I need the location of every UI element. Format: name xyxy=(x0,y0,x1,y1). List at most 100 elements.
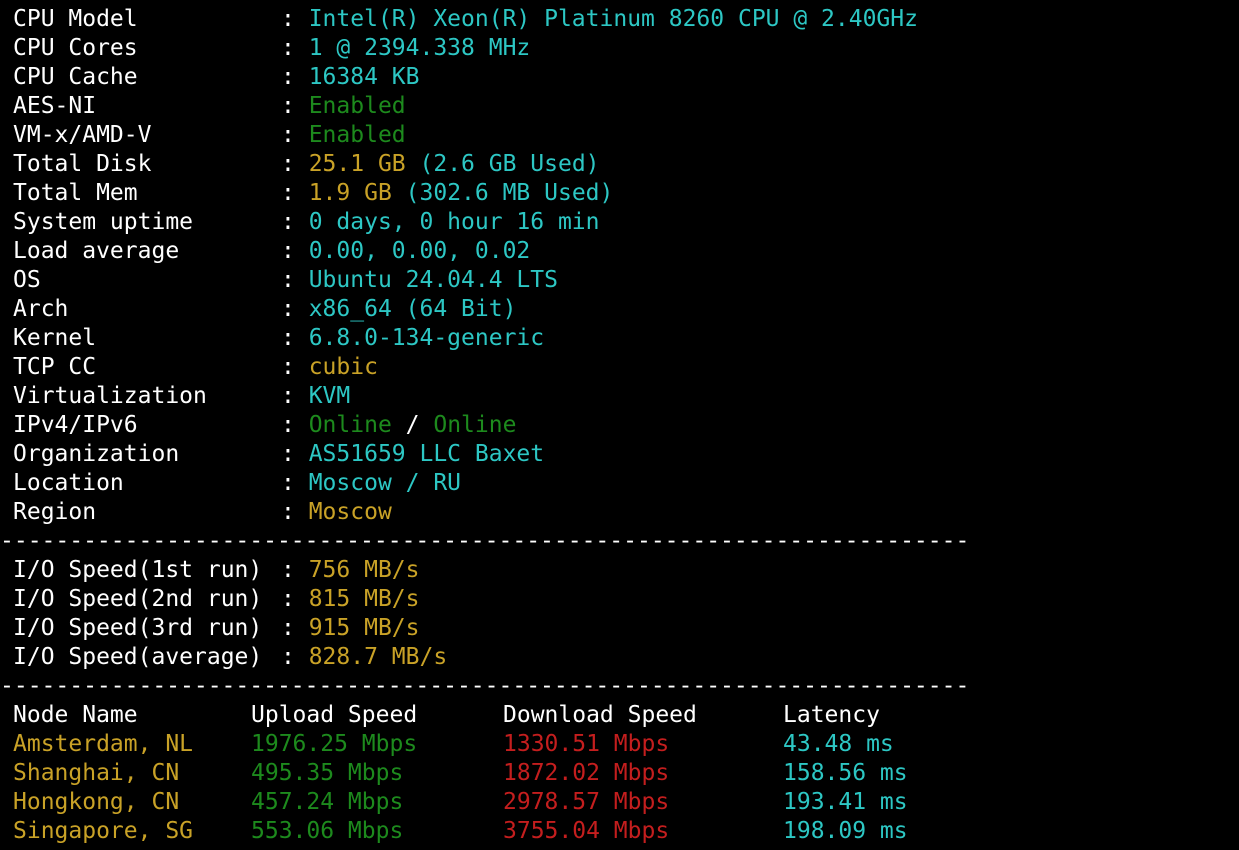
ip-status-row: IPv4/IPv6: Online / Online xyxy=(13,411,1239,440)
header-node-name: Node Name xyxy=(13,702,138,728)
sysinfo-value: 1 @ 2394.338 MHz xyxy=(308,35,531,61)
sysinfo-label: CPU Model xyxy=(13,6,138,32)
io-row: I/O Speed(3rd run): 915 MB/s xyxy=(13,614,1239,643)
io-label: I/O Speed(average) xyxy=(13,644,263,670)
sysinfo-value: Moscow / RU xyxy=(308,470,462,496)
header-upload-speed: Upload Speed xyxy=(251,702,418,728)
separator: : xyxy=(281,383,309,409)
separator: : xyxy=(281,412,309,438)
sysinfo-row: CPU Cores: 1 @ 2394.338 MHz xyxy=(13,34,1239,63)
separator: : xyxy=(281,615,309,641)
io-row: I/O Speed(1st run): 756 MB/s xyxy=(13,556,1239,585)
sysinfo-label: System uptime xyxy=(13,209,194,235)
separator: : xyxy=(281,238,309,264)
separator: : xyxy=(281,93,309,119)
io-value: 915 MB/s xyxy=(308,615,420,641)
sysinfo-row: System uptime: 0 days, 0 hour 16 min xyxy=(13,208,1239,237)
sysinfo-label: TCP CC xyxy=(13,354,97,380)
sysinfo-label: Virtualization xyxy=(13,383,207,409)
separator: : xyxy=(281,209,309,235)
latency: 193.41 ms xyxy=(783,789,908,815)
sysinfo-row: VM-x/AMD-V: Enabled xyxy=(13,121,1239,150)
section-divider: ----------------------------------------… xyxy=(0,673,970,699)
sysinfo-row: Load average: 0.00, 0.00, 0.02 xyxy=(13,237,1239,266)
separator: : xyxy=(281,499,309,525)
separator: : xyxy=(281,325,309,351)
sysinfo-value-used: (302.6 MB Used) xyxy=(405,180,614,206)
sysinfo-row: OS: Ubuntu 24.04.4 LTS xyxy=(13,266,1239,295)
separator: : xyxy=(281,441,309,467)
upload-speed: 553.06 Mbps xyxy=(251,818,404,844)
io-value: 828.7 MB/s xyxy=(308,644,448,670)
upload-speed: 495.35 Mbps xyxy=(251,760,404,786)
sysinfo-row: TCP CC: cubic xyxy=(13,353,1239,382)
download-speed: 2978.57 Mbps xyxy=(503,789,670,815)
speedtest-header: Node Name Upload Speed Download Speed Laten… xyxy=(13,701,1239,730)
sysinfo-value: AS51659 LLC Baxet xyxy=(308,441,545,467)
sysinfo-label: Location xyxy=(13,470,124,496)
io-label: I/O Speed(1st run) xyxy=(13,557,263,583)
download-speed: 1330.51 Mbps xyxy=(503,731,670,757)
upload-speed: 1976.25 Mbps xyxy=(251,731,418,757)
separator: : xyxy=(281,557,309,583)
sysinfo-row: Total Mem: 1.9 GB (302.6 MB Used) xyxy=(13,179,1239,208)
download-speed: 1872.02 Mbps xyxy=(503,760,670,786)
sysinfo-row: AES-NI: Enabled xyxy=(13,92,1239,121)
sysinfo-value: 16384 KB xyxy=(308,64,420,90)
sysinfo-value: Ubuntu 24.04.4 LTS xyxy=(308,267,558,293)
sysinfo-label: Organization xyxy=(13,441,180,467)
speedtest-row: Shanghai, CN 495.35 Mbps 1872.02 Mbps 158.5… xyxy=(13,759,1239,788)
section-divider: ----------------------------------------… xyxy=(0,528,970,554)
sysinfo-label: Total Mem xyxy=(13,180,138,206)
sysinfo-value: Enabled xyxy=(308,122,406,148)
latency: 43.48 ms xyxy=(783,731,894,757)
node-name: Singapore, SG xyxy=(13,818,194,844)
sysinfo-value: 0 days, 0 hour 16 min xyxy=(308,209,600,235)
node-name: Hongkong, CN xyxy=(13,789,180,815)
speedtest-row: Hongkong, CN 457.24 Mbps 2978.57 Mbps 193.4… xyxy=(13,788,1239,817)
sysinfo-value: Moscow xyxy=(308,499,392,525)
sysinfo-value: x86_64 (64 Bit) xyxy=(308,296,517,322)
io-label: I/O Speed(2nd run) xyxy=(13,586,263,612)
separator: : xyxy=(281,122,309,148)
node-name: Shanghai, CN xyxy=(13,760,180,786)
sysinfo-label: OS xyxy=(13,267,41,293)
sysinfo-value: 6.8.0-134-generic xyxy=(308,325,545,351)
sysinfo-row: Region: Moscow xyxy=(13,498,1239,527)
sysinfo-value: 1.9 GB xyxy=(308,180,392,206)
io-row: I/O Speed(average): 828.7 MB/s xyxy=(13,643,1239,672)
sysinfo-label: Arch xyxy=(13,296,69,322)
sysinfo-value: cubic xyxy=(308,354,378,380)
sysinfo-label: CPU Cache xyxy=(13,64,138,90)
sysinfo-label: Load average xyxy=(13,238,180,264)
latency: 198.09 ms xyxy=(783,818,908,844)
sysinfo-label: VM-x/AMD-V xyxy=(13,122,152,148)
ipv4-status: Online xyxy=(308,412,392,438)
sysinfo-row: Kernel: 6.8.0-134-generic xyxy=(13,324,1239,353)
separator: : xyxy=(281,180,309,206)
sysinfo-label: Kernel xyxy=(13,325,97,351)
header-latency: Latency xyxy=(783,702,880,728)
io-row: I/O Speed(2nd run): 815 MB/s xyxy=(13,585,1239,614)
separator: : xyxy=(281,35,309,61)
separator: : xyxy=(281,267,309,293)
sysinfo-row: Arch: x86_64 (64 Bit) xyxy=(13,295,1239,324)
separator: : xyxy=(281,586,309,612)
separator: : xyxy=(281,151,309,177)
terminal-output: CPU Model: Intel(R) Xeon(R) Platinum 826… xyxy=(0,0,1239,846)
sysinfo-value: 25.1 GB xyxy=(308,151,406,177)
separator: : xyxy=(281,644,309,670)
sysinfo-value: 0.00, 0.00, 0.02 xyxy=(308,238,531,264)
ip-label: IPv4/IPv6 xyxy=(13,412,138,438)
ip-slash: / xyxy=(391,412,434,438)
download-speed: 3755.04 Mbps xyxy=(503,818,670,844)
sysinfo-row: CPU Model: Intel(R) Xeon(R) Platinum 826… xyxy=(13,5,1239,34)
sysinfo-label: AES-NI xyxy=(13,93,97,119)
header-download-speed: Download Speed xyxy=(503,702,697,728)
sysinfo-row: CPU Cache: 16384 KB xyxy=(13,63,1239,92)
io-value: 815 MB/s xyxy=(308,586,420,612)
sysinfo-row: Location: Moscow / RU xyxy=(13,469,1239,498)
sysinfo-value: KVM xyxy=(308,383,351,409)
separator: : xyxy=(281,6,309,32)
sysinfo-label: Region xyxy=(13,499,97,525)
